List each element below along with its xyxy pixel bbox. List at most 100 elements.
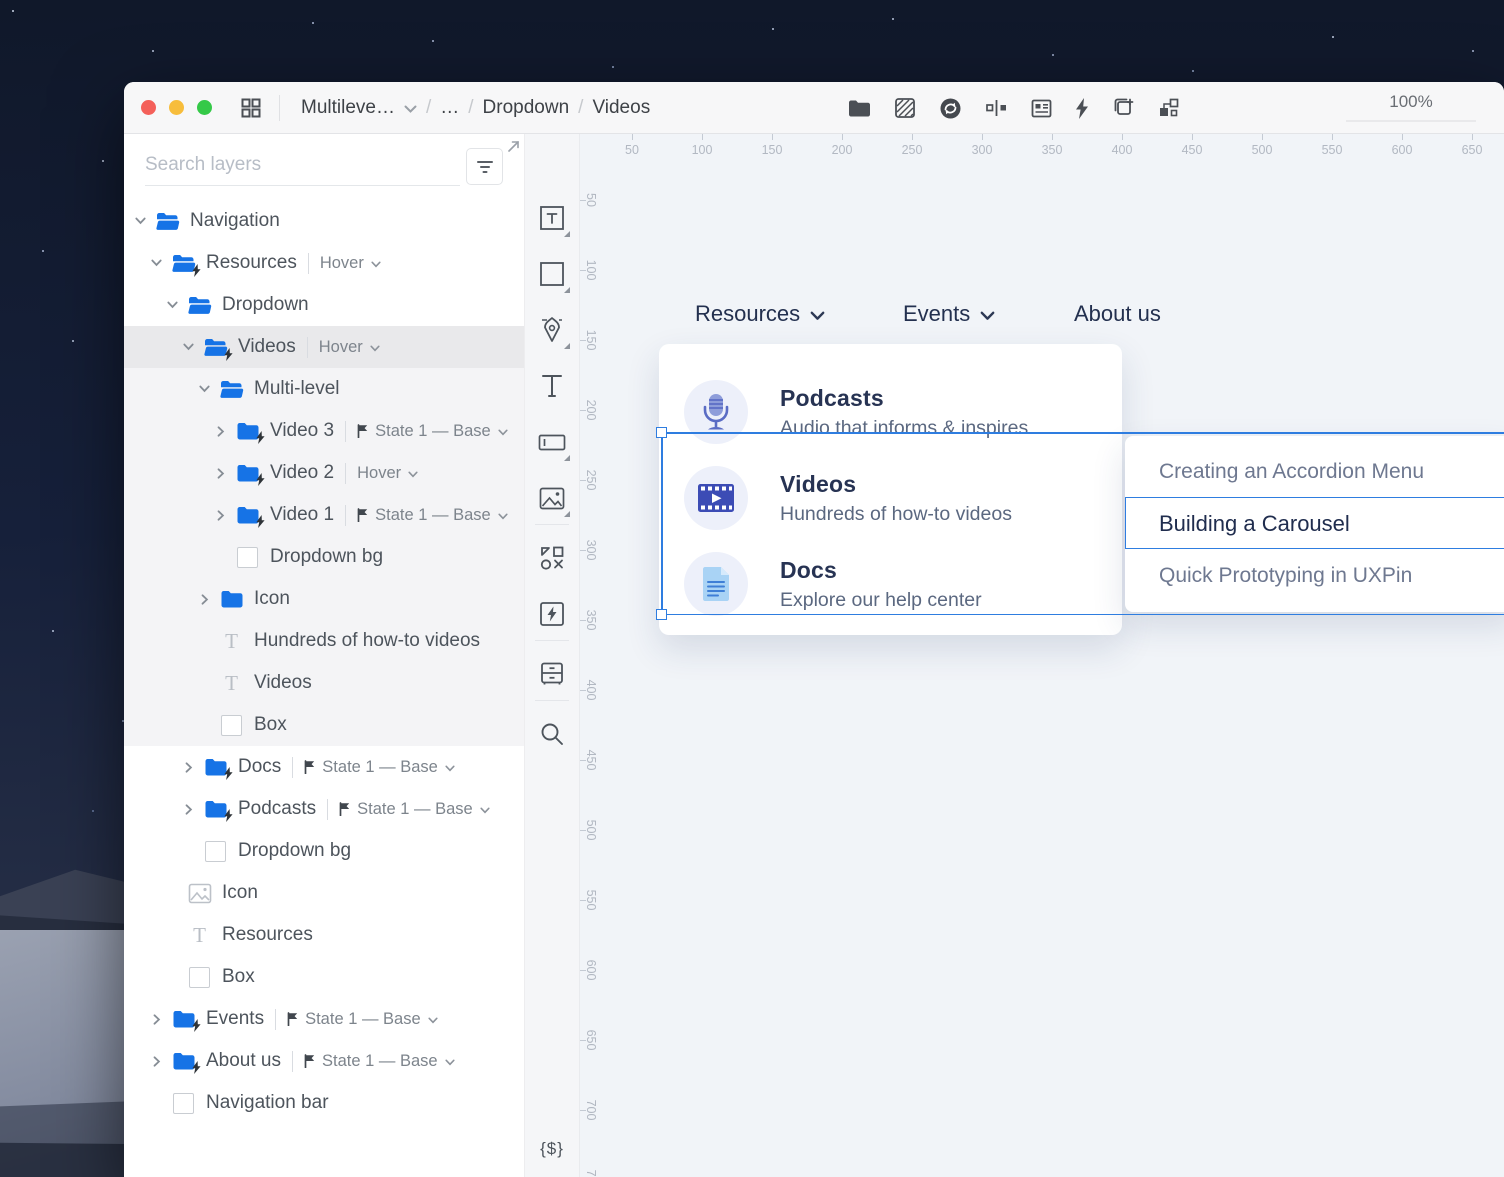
layer-row[interactable]: Box	[124, 704, 524, 746]
layer-row[interactable]: T Videos	[124, 662, 524, 704]
submenu-panel[interactable]: Creating an Accordion Menu Building a Car…	[1125, 436, 1504, 612]
design-nav-item[interactable]: Resources	[695, 301, 825, 327]
selection-handle-bottom-left[interactable]	[656, 609, 667, 620]
submenu-item[interactable]: Building a Carousel	[1125, 498, 1504, 550]
layer-row[interactable]: Box	[124, 956, 524, 998]
state-selector[interactable]: State 1 — Base	[357, 422, 508, 441]
caret-down-icon[interactable]	[164, 301, 181, 309]
expand-panel-icon[interactable]	[507, 140, 520, 153]
layer-row[interactable]: Resources Hover	[124, 242, 524, 284]
h-ruler-tick	[772, 134, 773, 140]
breadcrumb-ellipsis[interactable]: …	[440, 97, 459, 119]
folder-icon[interactable]	[848, 99, 871, 118]
caret-right-icon[interactable]	[148, 1013, 165, 1025]
layer-row[interactable]: Icon	[124, 578, 524, 620]
caret-right-icon[interactable]	[196, 593, 213, 605]
caret-down-icon[interactable]	[132, 217, 149, 225]
caret-down-icon[interactable]	[180, 343, 197, 351]
layer-row[interactable]: Podcasts State 1 — Base	[124, 788, 524, 830]
design-nav-item[interactable]: About us	[1074, 301, 1161, 327]
library-tool[interactable]	[525, 646, 579, 702]
caret-right-icon[interactable]	[212, 509, 229, 521]
layer-row[interactable]: Dropdown bg	[124, 536, 524, 578]
layer-row[interactable]: Video 2 Hover	[124, 452, 524, 494]
layer-row[interactable]: Dropdown	[124, 284, 524, 326]
shapes-tool[interactable]	[525, 530, 579, 586]
state-selector[interactable]: Hover	[357, 464, 418, 483]
state-selector[interactable]: Hover	[319, 338, 380, 357]
h-ruler-label: 600	[1391, 143, 1413, 157]
palette-divider	[535, 640, 569, 641]
text-box-tool[interactable]	[525, 190, 579, 246]
interactions-tool[interactable]	[525, 586, 579, 642]
variables-tool[interactable]: {$}	[525, 1129, 579, 1169]
layer-row[interactable]: T Resources	[124, 914, 524, 956]
pattern-fill-icon[interactable]	[894, 97, 916, 119]
box-layer-icon	[202, 840, 229, 862]
caret-right-icon[interactable]	[212, 467, 229, 479]
close-button[interactable]	[141, 100, 156, 115]
caret-down-icon[interactable]	[196, 385, 213, 393]
search-input[interactable]	[145, 150, 460, 186]
expand-button[interactable]	[197, 100, 212, 115]
selection-handle-top-left[interactable]	[656, 427, 667, 438]
caret-down-icon[interactable]	[148, 259, 165, 267]
layer-row[interactable]: Multi-level	[124, 368, 524, 410]
breadcrumb-item[interactable]: Dropdown	[483, 97, 570, 119]
input-tool[interactable]	[525, 414, 579, 470]
layer-label: Docs	[238, 756, 282, 777]
caret-right-icon[interactable]	[180, 803, 197, 815]
breadcrumb-item[interactable]: Videos	[592, 97, 650, 119]
zoom-level-control[interactable]: 100%	[1346, 92, 1476, 122]
state-selector[interactable]: State 1 — Base	[287, 1010, 438, 1029]
layer-row[interactable]: Icon	[124, 872, 524, 914]
h-ruler-tick	[1262, 134, 1263, 140]
chevron-down-icon[interactable]	[404, 105, 417, 114]
components-icon[interactable]	[1158, 97, 1180, 119]
layout-grid-icon[interactable]	[240, 97, 262, 119]
state-selector[interactable]: State 1 — Base	[357, 506, 508, 525]
layer-row[interactable]: About us State 1 — Base	[124, 1040, 524, 1082]
layer-row[interactable]: Events State 1 — Base	[124, 998, 524, 1040]
layer-row[interactable]: Videos Hover	[124, 326, 524, 368]
submenu-item[interactable]: Creating an Accordion Menu	[1125, 446, 1504, 498]
state-selector[interactable]: State 1 — Base	[304, 1052, 455, 1071]
sync-icon[interactable]	[939, 97, 962, 120]
minimize-button[interactable]	[169, 100, 184, 115]
rectangle-tool[interactable]	[525, 246, 579, 302]
duplicate-icon[interactable]	[1112, 97, 1135, 119]
breadcrumb-root[interactable]: Multileve…	[301, 97, 395, 119]
filter-button[interactable]	[466, 148, 503, 185]
align-icon[interactable]	[985, 99, 1008, 117]
state-selector[interactable]: Hover	[320, 254, 381, 273]
v-ruler-label: 650	[584, 1029, 598, 1051]
state-label: State 1 — Base	[322, 1051, 438, 1070]
tool-options-indicator	[564, 287, 570, 293]
design-nav-item[interactable]: Events	[903, 301, 995, 327]
dropdown-panel[interactable]: Podcasts Audio that informs & inspires V…	[659, 344, 1122, 635]
state-selector[interactable]: State 1 — Base	[339, 800, 490, 819]
layer-row[interactable]: Video 1 State 1 — Base	[124, 494, 524, 536]
bolt-icon[interactable]	[1075, 97, 1089, 119]
layer-row[interactable]: Video 3 State 1 — Base	[124, 410, 524, 452]
image-tool[interactable]	[525, 470, 579, 526]
article-icon[interactable]	[1031, 99, 1052, 118]
state-selector[interactable]: State 1 — Base	[304, 758, 455, 777]
pen-tool[interactable]	[525, 302, 579, 358]
layer-row[interactable]: Navigation	[124, 200, 524, 242]
layer-label: Resources	[222, 924, 313, 945]
caret-right-icon[interactable]	[180, 761, 197, 773]
dropdown-item[interactable]: Podcasts Audio that informs & inspires	[659, 369, 1122, 455]
layer-row[interactable]: T Hundreds of how-to videos	[124, 620, 524, 662]
state-divider	[307, 252, 309, 274]
dropdown-item[interactable]: Videos Hundreds of how-to videos	[659, 455, 1122, 541]
layer-row[interactable]: Navigation bar	[124, 1082, 524, 1124]
caret-right-icon[interactable]	[148, 1055, 165, 1067]
caret-right-icon[interactable]	[212, 425, 229, 437]
search-tool[interactable]	[525, 706, 579, 762]
layer-row[interactable]: Docs State 1 — Base	[124, 746, 524, 788]
layer-row[interactable]: Dropdown bg	[124, 830, 524, 872]
text-tool[interactable]	[525, 358, 579, 414]
dropdown-item[interactable]: Docs Explore our help center	[659, 541, 1122, 627]
submenu-item[interactable]: Quick Prototyping in UXPin	[1125, 550, 1504, 602]
